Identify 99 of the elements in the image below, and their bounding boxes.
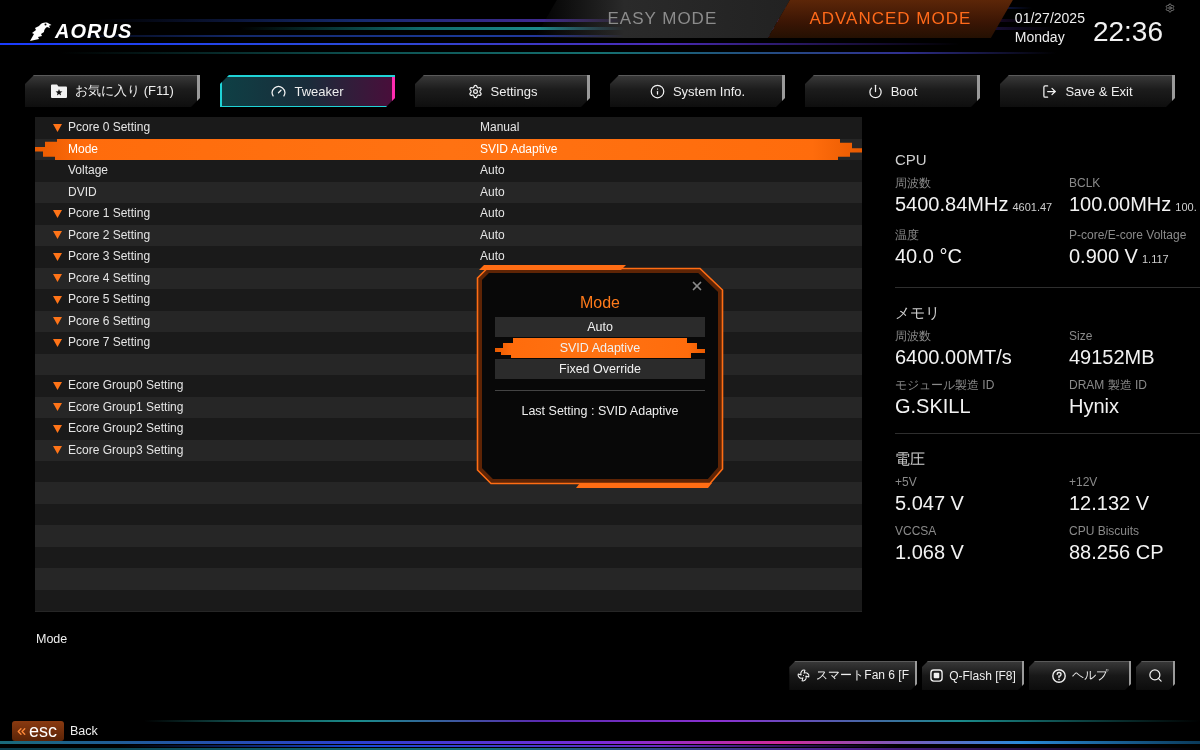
settings-icon xyxy=(467,83,483,99)
gauge-icon xyxy=(271,83,287,99)
reading-value: 5.047 V xyxy=(895,491,964,516)
dropdown-triangle-icon xyxy=(53,252,62,261)
setting-label: Ecore Group3 Setting xyxy=(68,442,184,458)
date-text: 01/27/2025 xyxy=(1014,9,1085,28)
dropdown-triangle-icon xyxy=(53,274,62,283)
reading-value: 5400.84MHz xyxy=(895,192,1009,217)
fan-icon xyxy=(797,669,811,682)
reading-label: CPU Biscuits xyxy=(1069,523,1139,539)
reading-value: G.SKILL xyxy=(895,394,971,419)
reading-value: 40.0 °C xyxy=(895,244,962,269)
reading-value: Hynix xyxy=(1069,394,1119,419)
reading-value: 49152MB xyxy=(1069,345,1155,370)
nav-tab[interactable]: System Info. xyxy=(610,75,785,107)
setting-value: Manual xyxy=(480,120,520,135)
dropdown-triangle-icon xyxy=(53,231,62,240)
help-text: Mode xyxy=(36,632,68,646)
clock-time: 22:36 xyxy=(1092,15,1163,49)
dialog-option[interactable]: Fixed Override xyxy=(495,359,705,379)
dropdown-triangle-icon xyxy=(53,446,62,455)
dropdown-triangle-icon xyxy=(53,123,62,132)
dropdown-triangle-icon xyxy=(53,403,62,412)
toolbar-button[interactable]: Q-Flash [F8] xyxy=(922,661,1024,690)
reading-label: モジュール製造 ID xyxy=(895,377,995,393)
square-icon xyxy=(930,669,944,682)
reading-value: 100.00MHz xyxy=(1069,192,1172,217)
eagle-logo-icon xyxy=(28,20,52,42)
toolbar-button[interactable]: スマートFan 6 [F xyxy=(789,661,917,690)
setting-label: Pcore 6 Setting xyxy=(68,313,151,329)
reading-label: +12V xyxy=(1069,474,1098,490)
reading-value: 6400.00MT/s xyxy=(895,345,1012,370)
close-icon[interactable] xyxy=(690,279,704,293)
setting-label: Pcore 3 Setting xyxy=(68,249,151,265)
reading-label: 温度 xyxy=(895,227,919,243)
mode-tab[interactable]: ADVANCED MODE xyxy=(767,0,1013,38)
nav-tab[interactable]: お気に入り (F11) xyxy=(25,75,200,107)
reading-label: BCLK xyxy=(1069,175,1101,191)
reading-sub-value: 4601.47 xyxy=(1012,200,1053,215)
reading-label: 周波数 xyxy=(895,328,931,344)
setting-value: Auto xyxy=(480,184,505,199)
nav-tab[interactable]: Boot xyxy=(805,75,980,107)
setting-label: Mode xyxy=(68,141,99,157)
setting-label: Pcore 1 Setting xyxy=(68,206,151,222)
reading-value: 12.132 V xyxy=(1069,491,1150,516)
search-icon xyxy=(1148,668,1163,683)
info-icon xyxy=(649,83,665,99)
reading-label: 周波数 xyxy=(895,175,931,191)
dropdown-triangle-icon xyxy=(53,295,62,304)
setting-label: Pcore 2 Setting xyxy=(68,227,151,243)
setting-label: Ecore Group1 Setting xyxy=(68,399,184,415)
setting-value: Auto xyxy=(480,227,505,242)
dropdown-triangle-icon xyxy=(53,338,62,347)
nav-tab[interactable]: Settings xyxy=(415,75,590,107)
last-setting-text: Last Setting : SVID Adaptive xyxy=(521,403,679,419)
reading-sub-value: 100. xyxy=(1175,200,1197,215)
section-title: CPU xyxy=(895,150,927,170)
logo-text: AORUS xyxy=(55,19,133,43)
reading-value: 1.068 V xyxy=(895,540,964,565)
search-button[interactable] xyxy=(1136,661,1175,690)
help-icon xyxy=(1052,668,1066,683)
dropdown-triangle-icon xyxy=(53,209,62,218)
reading-value: 88.256 CP xyxy=(1069,540,1164,565)
setting-value: Auto xyxy=(480,249,505,264)
esc-key[interactable]: esc xyxy=(12,721,64,741)
settings-icon[interactable] xyxy=(1165,3,1175,13)
setting-label: Ecore Group2 Setting xyxy=(68,421,184,437)
reading-label: +5V xyxy=(895,474,917,490)
setting-value: Auto xyxy=(480,163,505,178)
setting-label: Pcore 7 Setting xyxy=(68,335,151,351)
setting-value: Auto xyxy=(480,206,505,221)
reading-label: P-core/E-core Voltage xyxy=(1069,227,1187,243)
setting-label: Pcore 5 Setting xyxy=(68,292,151,308)
setting-label: DVID xyxy=(68,184,97,200)
dropdown-triangle-icon xyxy=(53,317,62,326)
nav-tab[interactable]: Tweaker xyxy=(220,75,395,107)
reading-label: VCCSA xyxy=(895,523,937,539)
reading-label: Size xyxy=(1069,328,1093,344)
setting-label: Pcore 0 Setting xyxy=(68,120,151,136)
toolbar-button[interactable]: ヘルプ xyxy=(1029,661,1131,690)
nav-tab[interactable]: Save & Exit xyxy=(1000,75,1175,107)
weekday-text: Monday xyxy=(1014,28,1066,47)
section-title: 電圧 xyxy=(895,449,925,469)
setting-label: Pcore 4 Setting xyxy=(68,270,151,286)
power-icon xyxy=(867,83,883,99)
setting-label: Voltage xyxy=(68,163,109,179)
setting-label: Ecore Group0 Setting xyxy=(68,378,184,394)
setting-value: SVID Adaptive xyxy=(480,141,558,156)
dropdown-triangle-icon xyxy=(53,424,62,433)
back-label: Back xyxy=(70,723,98,739)
section-title: メモリ xyxy=(895,303,940,323)
reading-sub-value: 1.117 xyxy=(1141,252,1169,267)
reading-label: DRAM 製造 ID xyxy=(1069,377,1147,393)
exit-icon xyxy=(1042,83,1058,99)
dialog-title: Mode xyxy=(580,293,620,313)
dialog-option[interactable]: Auto xyxy=(495,317,705,337)
star-folder-icon xyxy=(51,84,68,98)
dropdown-triangle-icon xyxy=(53,381,62,390)
reading-value: 0.900 V xyxy=(1069,244,1138,269)
